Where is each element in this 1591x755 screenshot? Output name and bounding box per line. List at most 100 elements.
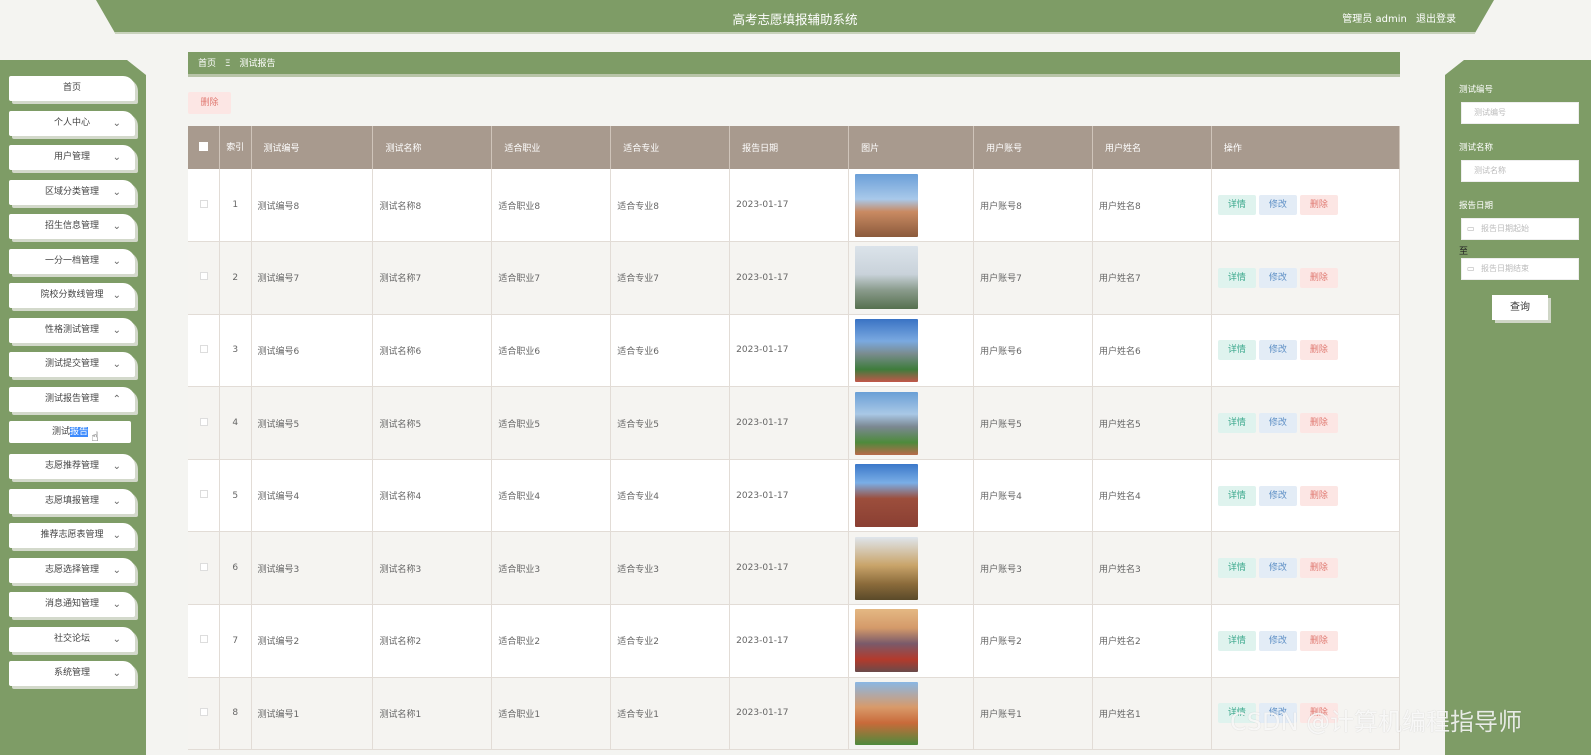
cell-name: 测试名称4 [372,459,493,533]
search-name-label: 测试名称 [1459,143,1494,153]
detail-button[interactable]: 详情 [1217,340,1256,361]
select-all-checkbox[interactable] [199,141,208,151]
table-header-row: 索引 测试编号 测试名称 适合职业 适合专业 报告日期 图片 用户账号 用户姓名… [188,126,1401,169]
sidebar-item[interactable]: 首页 [9,76,135,101]
delete-button[interactable]: 删除 [1299,195,1338,216]
cell-date: 2023-01-17 [729,314,850,388]
delete-button[interactable]: 删除 [1299,485,1338,506]
sidebar-item[interactable]: 测试提交管理 ⌄ [9,352,135,377]
cell-name: 测试名称8 [372,169,493,243]
sidebar-item[interactable]: 测试报告管理 ⌃ [9,386,135,412]
cell-code: 测试编号8 [251,169,374,243]
search-name-input[interactable]: 测试名称 [1461,160,1579,182]
date-end-placeholder: 报告日期结束 [1481,264,1529,273]
col-header-index: 索引 [219,126,252,169]
col-header-code: 测试编号 [251,126,374,169]
row-select-cell [188,531,220,606]
building-thumbnail-image[interactable] [855,391,919,455]
sidebar-item[interactable]: 系统管理 ⌄ [9,661,135,686]
detail-button[interactable]: 详情 [1217,630,1256,651]
cell-index: 6 [219,531,252,606]
sidebar-item[interactable]: 性格测试管理 ⌄ [9,317,135,343]
main-content: 首页 Ξ 测试报告 删除 索引 测试编号 测试名称 适合职业 适合专业 报告日期… [188,52,1401,751]
delete-button[interactable]: 删除 [1299,267,1338,288]
building-thumbnail-image[interactable] [855,609,919,673]
sidebar-item[interactable]: 消息通知管理 ⌄ [9,592,135,617]
building-thumbnail-image[interactable] [855,318,919,382]
cell-code: 测试编号7 [251,241,374,315]
row-checkbox[interactable] [199,199,208,208]
building-thumbnail-image[interactable] [855,246,919,310]
cell-date: 2023-01-17 [729,604,850,678]
cell-code: 测试编号6 [251,314,374,388]
building-thumbnail-image[interactable] [855,173,919,237]
building-thumbnail-image[interactable] [855,681,919,745]
edit-button[interactable]: 修改 [1258,267,1297,288]
query-button[interactable]: 查询 [1492,295,1548,320]
delete-button[interactable]: 删除 [1299,558,1338,579]
sidebar-item[interactable]: 志愿选择管理 ⌄ [9,557,135,583]
cell-job: 适合职业5 [491,386,612,460]
row-checkbox[interactable] [199,417,208,426]
sidebar-item[interactable]: 推荐志愿表管理 ⌄ [9,523,135,548]
cell-job: 适合职业1 [491,677,612,751]
col-header-username: 用户姓名 [1092,126,1212,169]
sidebar-item[interactable]: 用户管理 ⌄ [9,145,135,170]
row-checkbox[interactable] [199,490,208,499]
edit-button[interactable]: 修改 [1258,413,1297,434]
cell-actions: 详情 修改 删除 [1211,241,1401,315]
sidebar-item[interactable]: 招生信息管理 ⌄ [9,214,135,239]
date-start-input[interactable]: ▭ 报告日期起始 [1461,218,1579,240]
row-checkbox[interactable] [199,707,208,716]
delete-button[interactable]: 删除 [1299,340,1338,361]
cell-username: 用户姓名4 [1092,459,1212,533]
edit-button[interactable]: 修改 [1258,558,1297,579]
detail-button[interactable]: 详情 [1217,413,1256,434]
sidebar-item[interactable]: 个人中心 ⌄ [9,110,135,136]
cell-image [848,241,975,315]
cell-code: 测试编号4 [251,459,374,533]
cell-account: 用户账号3 [973,531,1093,606]
detail-button[interactable]: 详情 [1217,485,1256,506]
breadcrumb-separator-icon: Ξ [224,59,231,69]
logout-link[interactable]: 退出登录 [1416,14,1456,25]
col-header-name: 测试名称 [372,126,493,169]
cell-account: 用户账号5 [973,386,1093,460]
col-header-major: 适合专业 [610,126,731,169]
sidebar-item[interactable]: 区域分类管理 ⌄ [9,179,135,205]
cell-major: 适合专业7 [610,241,731,315]
edit-button[interactable]: 修改 [1258,340,1297,361]
edit-button[interactable]: 修改 [1258,195,1297,216]
sidebar-item[interactable]: 志愿推荐管理 ⌄ [9,454,135,479]
row-checkbox[interactable] [199,562,208,571]
breadcrumb-home[interactable]: 首页 [198,59,216,69]
delete-button[interactable]: 删除 [1299,630,1338,651]
sidebar-item[interactable]: 一分一档管理 ⌄ [9,248,135,274]
edit-button[interactable]: 修改 [1258,485,1297,506]
row-checkbox[interactable] [199,635,208,644]
sidebar-item[interactable]: 志愿填报管理 ⌄ [9,488,135,514]
batch-delete-button[interactable]: 删除 [188,92,231,114]
building-thumbnail-image[interactable] [855,536,919,600]
row-checkbox[interactable] [199,344,208,353]
detail-button[interactable]: 详情 [1217,267,1256,288]
search-code-label: 测试编号 [1459,85,1494,95]
delete-button[interactable]: 删除 [1299,413,1338,434]
cell-date: 2023-01-17 [729,677,850,751]
sidebar: 首页 个人中心 ⌄ 用户管理 ⌄ 区域分类管理 ⌄ 招生信息管理 ⌄ 一分一档管理 ⌄ 院校分数线管理… [0,60,146,755]
edit-button[interactable]: 修改 [1258,630,1297,651]
detail-button[interactable]: 详情 [1217,558,1256,579]
sidebar-item[interactable]: 社交论坛 ⌄ [9,626,135,652]
sidebar-item[interactable]: 院校分数线管理 ⌄ [9,283,135,308]
app-title: 高考志愿填报辅助系统 [732,12,858,27]
table-row: 5 测试编号4 测试名称4 适合职业4 适合专业4 2023-01-17 用户账号4 用户姓名… [188,459,1401,533]
sidebar-subitem-test-report[interactable]: 测试报告 ☝ [9,421,131,445]
detail-button[interactable]: 详情 [1217,195,1256,216]
building-thumbnail-image[interactable] [855,464,919,528]
row-checkbox[interactable] [199,272,208,281]
sidebar-item-label: 招生信息管理 [44,221,99,231]
chevron-down-icon: ⌄ [112,461,121,472]
date-end-input[interactable]: ▭ 报告日期结束 [1461,258,1579,280]
search-code-input[interactable]: 测试编号 [1461,102,1579,124]
table-row: 8 测试编号1 测试名称1 适合职业1 适合专业1 2023-01-17 用户账号1 用户姓名… [188,677,1401,751]
